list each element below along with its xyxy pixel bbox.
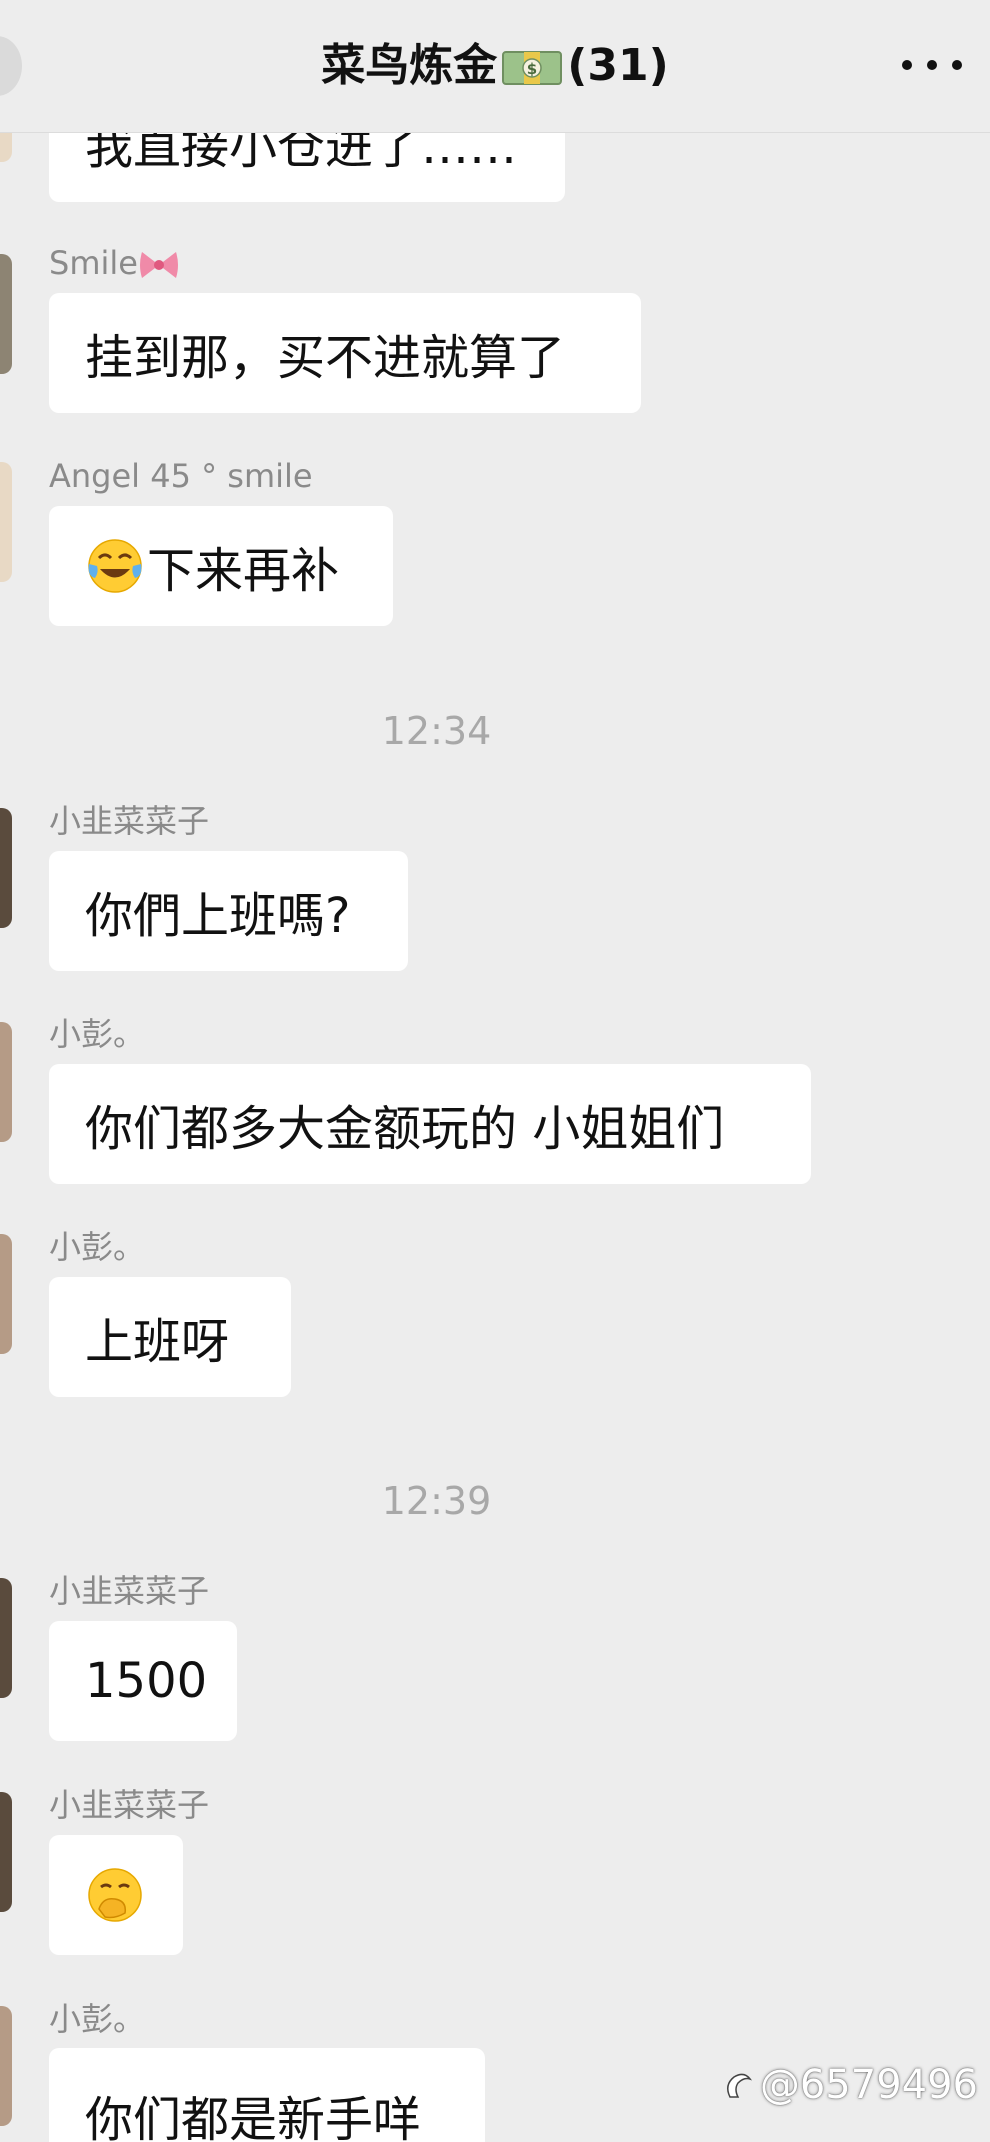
- avatar[interactable]: [0, 462, 12, 582]
- sender-name: Smile: [49, 243, 180, 284]
- sender-name: 小韭菜菜子: [49, 1572, 210, 1610]
- avatar[interactable]: [0, 2006, 12, 2126]
- avatar[interactable]: [0, 808, 12, 928]
- message-bubble[interactable]: 1500: [49, 1621, 237, 1741]
- message-text: 你們上班嗎?: [85, 888, 351, 944]
- message-bubble[interactable]: 你们都是新手咩: [49, 2048, 485, 2142]
- sender-name: 小彭。: [49, 2000, 146, 2038]
- timestamp: 12:39: [381, 1479, 492, 1523]
- sender-name: Angel 45 ° smile: [49, 457, 313, 495]
- tears-of-joy-emoji-icon: [85, 536, 145, 596]
- watermark: @6579496: [720, 2062, 978, 2108]
- message-bubble[interactable]: 你们都多大金额玩的 小姐姐们: [49, 1064, 811, 1184]
- sender-name: 小彭。: [49, 1228, 146, 1266]
- chat-header: 菜鸟炼金 $ (31): [0, 0, 990, 133]
- avatar[interactable]: [0, 1234, 12, 1354]
- avatar[interactable]: [0, 254, 12, 374]
- message-text: 你们都是新手咩: [85, 2092, 422, 2142]
- svg-text:$: $: [527, 60, 537, 78]
- watermark-logo-icon: [726, 2073, 752, 2098]
- avatar[interactable]: [0, 1792, 12, 1912]
- message-bubble[interactable]: [49, 1835, 183, 1955]
- sender-name: 小彭。: [49, 1015, 146, 1053]
- hand-over-mouth-emoji-icon: [85, 1865, 145, 1925]
- message-bubble[interactable]: 下来再补: [49, 506, 393, 626]
- money-bag-emoji-icon: $: [501, 44, 563, 85]
- member-count: (31): [567, 40, 669, 91]
- message-bubble[interactable]: 你們上班嗎?: [49, 851, 408, 971]
- message-bubble[interactable]: 上班呀: [49, 1277, 291, 1397]
- bow-emoji-icon: [138, 246, 180, 284]
- message-text: 挂到那，买不进就算了: [85, 330, 566, 386]
- message-text: 下来再补: [147, 543, 340, 599]
- watermark-text: @6579496: [759, 2062, 978, 2108]
- chat-title: 菜鸟炼金 $ (31): [0, 36, 990, 96]
- avatar[interactable]: [0, 1578, 12, 1698]
- message-text: 上班呀: [85, 1314, 230, 1370]
- more-dots-icon[interactable]: [902, 50, 962, 80]
- sender-name: 小韭菜菜子: [49, 802, 210, 840]
- sender-name-text: Smile: [49, 244, 138, 282]
- message-bubble[interactable]: 挂到那，买不进就算了: [49, 293, 641, 413]
- sender-name: 小韭菜菜子: [49, 1786, 210, 1824]
- avatar[interactable]: [0, 1022, 12, 1142]
- timestamp: 12:34: [381, 709, 492, 753]
- message-text: 1500: [85, 1653, 208, 1709]
- message-text: 你们都多大金额玩的 小姐姐们: [85, 1101, 725, 1157]
- group-name: 菜鸟炼金: [321, 40, 498, 91]
